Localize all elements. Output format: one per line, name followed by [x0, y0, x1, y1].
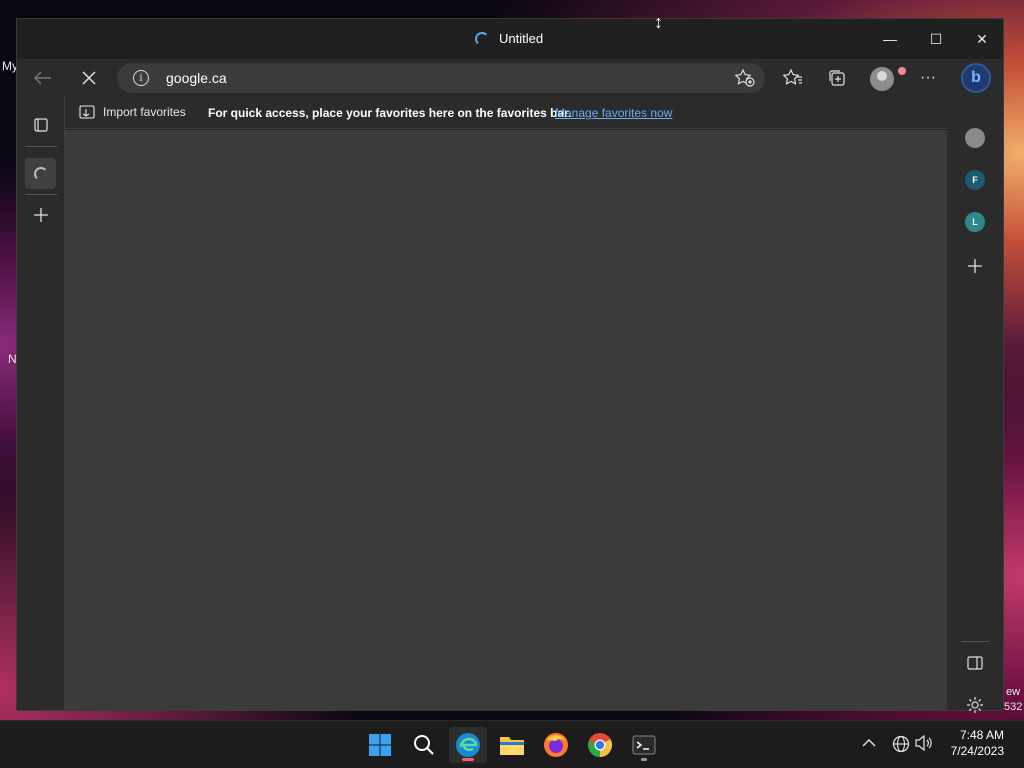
- taskbar-terminal[interactable]: [625, 727, 663, 763]
- tab-actions-menu-button[interactable]: [25, 109, 56, 140]
- import-favorites-button[interactable]: Import favorites: [79, 105, 186, 119]
- minimize-button[interactable]: —: [867, 19, 913, 59]
- ellipsis-icon: ···: [920, 69, 936, 86]
- taskbar-edge[interactable]: [449, 727, 487, 763]
- tab[interactable]: Untitled: [475, 31, 543, 46]
- sidebar-app-generic[interactable]: [965, 128, 985, 148]
- clock-date: 7/24/2023: [950, 744, 1004, 758]
- taskbar-file-explorer[interactable]: [493, 727, 531, 763]
- sidebar-toggle-icon: [967, 656, 983, 670]
- volume-button[interactable]: [915, 734, 933, 754]
- plus-icon: [968, 259, 982, 273]
- sidebar-app-f[interactable]: F: [965, 170, 985, 190]
- sidebar-divider: [961, 641, 989, 642]
- add-favorite-button[interactable]: [734, 68, 755, 92]
- favorites-bar-message: For quick access, place your favorites h…: [208, 106, 572, 120]
- bing-chat-button[interactable]: b: [961, 63, 991, 93]
- stop-loading-button[interactable]: [73, 63, 105, 93]
- new-tab-button[interactable]: [25, 199, 56, 230]
- search-icon: [414, 735, 434, 755]
- terminal-icon: [632, 735, 656, 755]
- address-input[interactable]: google.ca: [166, 70, 227, 86]
- favorites-button[interactable]: [777, 63, 809, 93]
- clock-time: 7:48 AM: [959, 728, 1004, 742]
- favorites-bar: Import favorites For quick access, place…: [65, 97, 948, 129]
- chrome-icon: [588, 733, 613, 757]
- start-button[interactable]: [361, 727, 399, 763]
- resize-cursor-icon: ↕: [654, 12, 663, 32]
- rail-divider: [25, 194, 57, 195]
- vertical-tabs-rail: [17, 97, 65, 710]
- add-sidebar-app-button[interactable]: [961, 252, 989, 280]
- page-content-area[interactable]: [65, 130, 948, 710]
- taskbar-chrome[interactable]: [581, 727, 619, 763]
- import-icon: [79, 105, 95, 119]
- network-button[interactable]: [892, 735, 910, 756]
- collections-button[interactable]: [821, 63, 853, 93]
- back-arrow-icon: [34, 71, 51, 85]
- globe-icon: [892, 735, 910, 753]
- loading-spinner-icon: [475, 31, 489, 46]
- gear-icon: [967, 697, 983, 713]
- profile-notification-dot: [898, 67, 906, 75]
- back-button[interactable]: [27, 63, 59, 93]
- settings-more-button[interactable]: ···: [912, 63, 944, 93]
- close-icon: [82, 71, 96, 85]
- running-app-indicator: [641, 758, 647, 761]
- edge-icon: [456, 733, 480, 757]
- bing-icon: b: [971, 69, 981, 86]
- star-add-icon: [734, 68, 755, 87]
- folder-icon: [500, 737, 524, 755]
- sidebar-rail: F L: [947, 97, 1003, 713]
- chevron-up-icon: [862, 739, 876, 747]
- plus-icon: [33, 207, 48, 222]
- active-app-indicator: [462, 758, 474, 761]
- loading-spinner-icon: [33, 166, 48, 181]
- navigation-toolbar: i google.ca ···: [17, 59, 1003, 97]
- rail-divider: [25, 146, 57, 147]
- close-button[interactable]: ✕: [959, 19, 1005, 59]
- taskbar-firefox[interactable]: [537, 727, 575, 763]
- collections-icon: [829, 70, 845, 86]
- desktop-watermark-fragment: ew: [1006, 686, 1021, 698]
- show-hidden-icons-button[interactable]: [862, 735, 876, 751]
- tab-title: Untitled: [499, 31, 544, 46]
- sidebar-app-l[interactable]: L: [965, 212, 985, 232]
- title-bar[interactable]: Untitled — ☐ ✕: [17, 19, 1003, 59]
- import-favorites-label: Import favorites: [103, 105, 186, 119]
- address-bar[interactable]: i google.ca: [117, 63, 765, 93]
- tab-actions-icon: [33, 117, 48, 132]
- taskbar: 7:48 AM 7/24/2023: [0, 720, 1024, 768]
- site-info-icon[interactable]: i: [133, 70, 149, 86]
- hide-sidebar-button[interactable]: [961, 649, 989, 677]
- vertical-tab-untitled[interactable]: [25, 158, 56, 189]
- firefox-icon: [544, 733, 568, 757]
- favorites-star-icon: [783, 69, 802, 85]
- sidebar-settings-button[interactable]: [961, 691, 989, 719]
- windows-logo-icon: [369, 734, 391, 756]
- clock[interactable]: 7:48 AM 7/24/2023: [951, 727, 1004, 759]
- desktop-watermark-fragment: 532: [1004, 701, 1023, 713]
- profile-avatar[interactable]: [870, 67, 894, 91]
- maximize-button[interactable]: ☐: [913, 19, 959, 59]
- manage-favorites-link[interactable]: Manage favorites now: [555, 106, 672, 120]
- browser-window: Untitled — ☐ ✕ i google.ca ··· b Import …: [16, 18, 1004, 713]
- speaker-icon: [915, 734, 932, 752]
- search-button[interactable]: [405, 727, 443, 763]
